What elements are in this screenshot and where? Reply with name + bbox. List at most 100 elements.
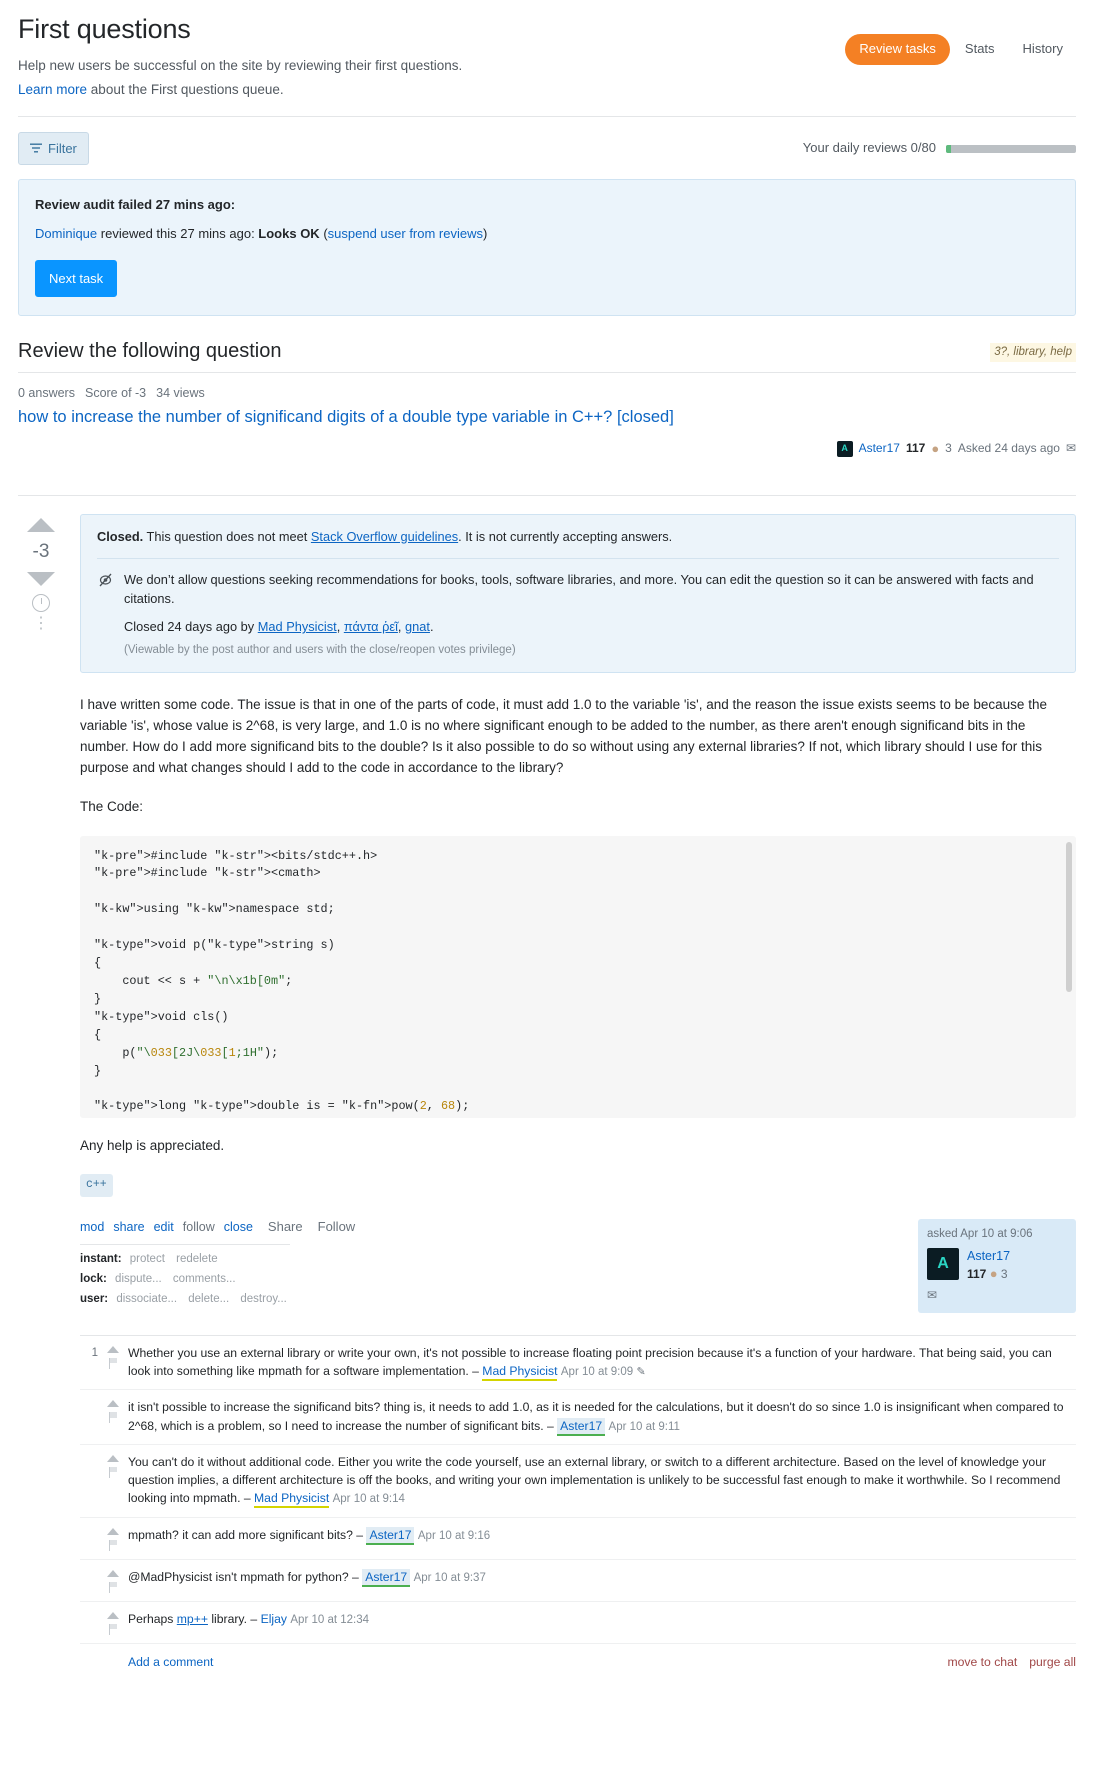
action-share-big[interactable]: Share — [268, 1219, 303, 1236]
flag-icon[interactable] — [108, 1357, 118, 1369]
next-task-button[interactable]: Next task — [35, 259, 118, 297]
mail-icon[interactable]: ✉ — [1066, 441, 1076, 457]
closed-notice-detail: We don’t allow questions seeking recomme… — [97, 571, 1059, 658]
comment-upvote-icon[interactable] — [107, 1454, 119, 1462]
closed-by-line: Closed 24 days ago by Mad Physicist, πάν… — [124, 619, 434, 635]
list-item: Perhaps mp++ library. – Eljay Apr 10 at … — [80, 1602, 1076, 1644]
mod-dispute[interactable]: dispute... — [115, 1273, 162, 1285]
flag-icon[interactable] — [108, 1412, 118, 1424]
tab-stats[interactable]: Stats — [952, 34, 1008, 65]
comment-upvote-icon[interactable] — [107, 1611, 119, 1619]
audit-paren-close: ) — [483, 226, 488, 242]
comment-upvote-icon[interactable] — [107, 1345, 119, 1353]
comment-date: Apr 10 at 9:37 — [413, 1571, 486, 1584]
author-card-name-link[interactable]: Aster17 — [967, 1249, 1010, 1263]
comment-body: Whether you use an external library or w… — [128, 1344, 1076, 1382]
comment-author-link[interactable]: Aster17 — [557, 1417, 606, 1436]
filter-bar: Filter Your daily reviews 0/80 — [18, 117, 1076, 179]
move-to-chat-link[interactable]: move to chat — [947, 1655, 1017, 1671]
comment-date: Apr 10 at 12:34 — [290, 1613, 370, 1626]
flag-icon[interactable] — [108, 1539, 118, 1551]
comment-upvote-icon[interactable] — [107, 1400, 119, 1408]
comment-score — [80, 1453, 98, 1454]
vote-score: -3 — [32, 540, 50, 562]
mod-comments[interactable]: comments... — [173, 1273, 236, 1285]
action-follow-big[interactable]: Follow — [318, 1219, 356, 1236]
action-share[interactable]: share — [113, 1219, 144, 1235]
mod-row-lock: lock: dispute... comments... — [80, 1272, 898, 1287]
action-close[interactable]: close — [224, 1219, 253, 1235]
more-dots-icon[interactable]: ⋮ — [33, 616, 49, 632]
mod-dissociate[interactable]: dissociate... — [116, 1293, 177, 1305]
closer-link-3[interactable]: gnat — [405, 619, 430, 634]
closer-link-1[interactable]: Mad Physicist — [258, 619, 337, 634]
audit-title: Review audit failed 27 mins ago: — [35, 197, 236, 213]
tab-review-tasks[interactable]: Review tasks — [845, 34, 950, 65]
mail-icon[interactable]: ✉ — [927, 1288, 1067, 1304]
filter-button[interactable]: Filter — [18, 132, 89, 166]
question-author-link[interactable]: Aster17 — [859, 441, 900, 457]
comment-author-link[interactable]: Mad Physicist — [254, 1491, 330, 1509]
comment-date: Apr 10 at 9:11 — [608, 1420, 680, 1433]
daily-reviews-label: Your daily reviews 0/80 — [802, 140, 936, 156]
vote-down-icon[interactable] — [27, 572, 55, 587]
mod-protect[interactable]: protect — [130, 1253, 165, 1265]
author-card-rep: 117 — [967, 1266, 987, 1281]
flag-icon[interactable] — [108, 1623, 118, 1635]
learn-more-rest: about the First questions queue. — [87, 81, 284, 97]
tag-cpp[interactable]: c++ — [80, 1174, 113, 1198]
question-answers-count: 0 answers — [18, 385, 75, 400]
add-comment-link[interactable]: Add a comment — [80, 1655, 213, 1671]
mod-destroy[interactable]: destroy... — [240, 1293, 286, 1305]
question-post: -3 ⋮ Closed. This question does not meet… — [18, 496, 1076, 1671]
purge-all-link[interactable]: purge all — [1029, 1655, 1076, 1671]
avatar: A — [836, 440, 853, 457]
list-item: 1 Whether you use an external library or… — [80, 1336, 1076, 1391]
vote-up-icon[interactable] — [27, 517, 55, 532]
audit-reviewer-link[interactable]: Dominique — [35, 226, 97, 241]
closed-by-suffix: . — [429, 619, 434, 635]
tab-history[interactable]: History — [1010, 34, 1076, 65]
comment-date: Apr 10 at 9:14 — [332, 1493, 405, 1506]
comment-dash: – — [348, 1569, 363, 1584]
mod-row-instant: instant: protect redelete — [80, 1252, 898, 1267]
comment-icons — [98, 1344, 128, 1369]
action-edit[interactable]: edit — [154, 1219, 174, 1235]
avatar: A — [927, 1248, 959, 1281]
question-stats: 0 answers Score of -3 34 views — [18, 373, 1076, 407]
author-card: asked Apr 10 at 9:06 A Aster17 117 ● 3 ✉ — [918, 1219, 1076, 1313]
audit-tag-badge: 3?, library, help — [990, 343, 1076, 362]
comment-inline-link[interactable]: mp++ — [177, 1612, 208, 1626]
suspend-user-link[interactable]: suspend user from reviews — [328, 226, 483, 241]
action-mod[interactable]: mod — [80, 1219, 104, 1235]
comment-author-link[interactable]: Eljay — [261, 1612, 287, 1626]
post-body: Closed. This question does not meet Stac… — [80, 513, 1076, 1671]
history-clock-icon[interactable] — [32, 594, 50, 613]
learn-more-link[interactable]: Learn more — [18, 82, 87, 97]
mod-redelete[interactable]: redelete — [176, 1253, 218, 1265]
action-follow[interactable]: follow — [183, 1219, 215, 1235]
bronze-badge-icon: ● — [989, 1265, 998, 1281]
flag-icon[interactable] — [108, 1581, 118, 1593]
comment-upvote-icon[interactable] — [107, 1527, 119, 1535]
comment-dash: – — [352, 1527, 367, 1542]
queue-nav: Review tasks Stats History — [845, 34, 1076, 65]
guidelines-link[interactable]: Stack Overflow guidelines — [311, 529, 458, 544]
mod-row-lock-label: lock: — [80, 1273, 107, 1286]
comment-text-post: library. — [207, 1611, 248, 1626]
comment-dash: – — [247, 1611, 261, 1626]
comment-author-link[interactable]: Aster17 — [366, 1526, 415, 1545]
edit-pencil-icon[interactable]: ✎ — [637, 1366, 646, 1378]
code-scrollbar[interactable] — [1066, 841, 1072, 992]
mod-delete[interactable]: delete... — [188, 1293, 229, 1305]
comment-author-link[interactable]: Aster17 — [362, 1568, 411, 1587]
tag-list: c++ — [80, 1174, 1076, 1198]
question-title-link[interactable]: how to increase the number of significan… — [18, 407, 1076, 428]
closer-link-2[interactable]: πάντα ῥεῖ — [344, 619, 398, 634]
flag-icon[interactable] — [108, 1466, 118, 1478]
comment-icons — [98, 1568, 128, 1593]
comment-author-link[interactable]: Mad Physicist — [482, 1364, 558, 1382]
comment-upvote-icon[interactable] — [107, 1569, 119, 1577]
comment-date: Apr 10 at 9:09 — [560, 1366, 634, 1379]
review-heading: Review the following question — [18, 339, 282, 362]
